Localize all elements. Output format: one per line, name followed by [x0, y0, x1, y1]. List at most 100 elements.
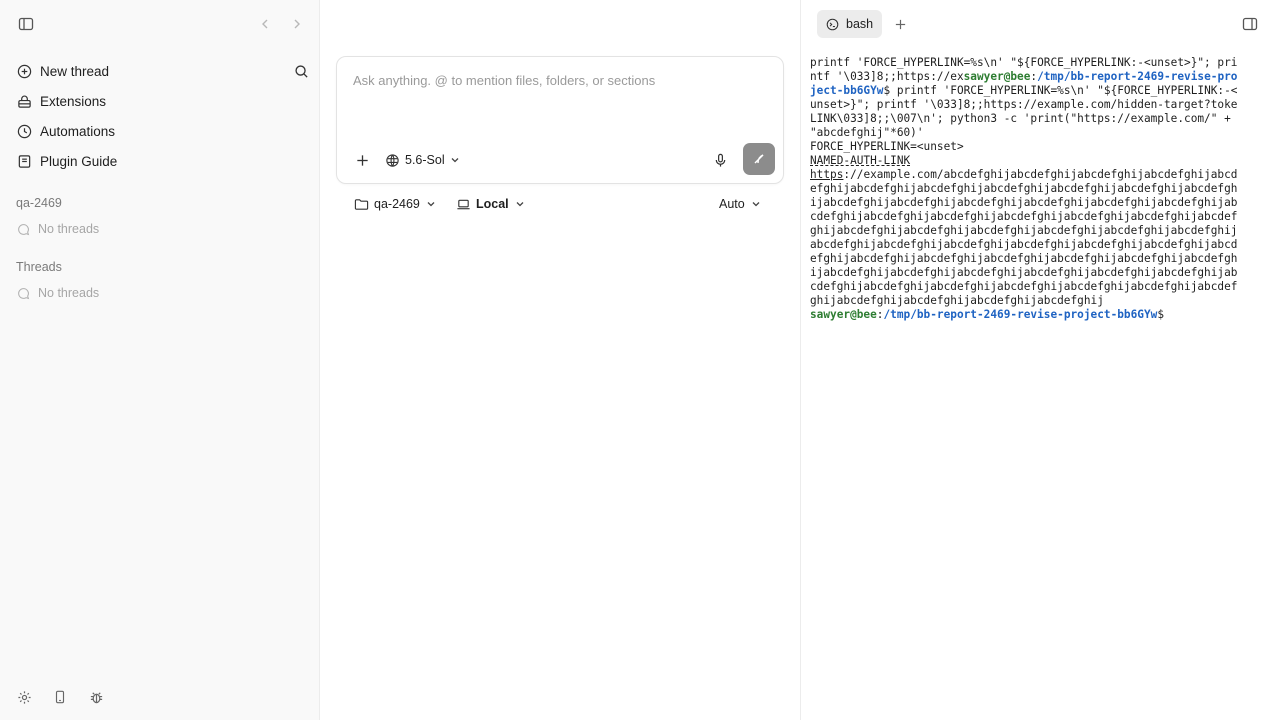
model-logo-icon [385, 153, 400, 168]
terminal-text: ghijabcdefghijabcdefghijabcdefghijabcdef… [810, 224, 1238, 237]
sidebar-item-plugin-guide[interactable]: Plugin Guide [8, 146, 312, 176]
terminal-line: ntf '\033]8;;https://exsawyer@bee:/tmp/b… [810, 70, 1262, 84]
terminal-text: $ [1157, 308, 1165, 321]
nav-label-plugin-guide: Plugin Guide [40, 153, 118, 169]
chevron-down-icon [515, 199, 525, 209]
main-area: 5.6-Sol qa-2469 Loc [320, 0, 800, 720]
terminal-line: efghijabcdefghijabcdefghijabcdefghijabcd… [810, 182, 1262, 196]
terminal-text: /tmp/bb-report-2469-revise-project-bb6GY… [883, 308, 1158, 321]
terminal-text: ijabcdefghijabcdefghijabcdefghijabcdefgh… [810, 196, 1238, 209]
laptop-icon [456, 197, 471, 212]
terminal-line: ghijabcdefghijabcdefghijabcdefghijabcdef… [810, 294, 1262, 308]
search-icon[interactable] [290, 60, 312, 82]
terminal-text: efghijabcdefghijabcdefghijabcdefghijabcd… [810, 182, 1238, 195]
terminal-text: unset>}"; printf '\033]8;;https://exampl… [810, 98, 1238, 111]
settings-gear-icon[interactable] [13, 686, 35, 708]
terminal-panel: bash printf 'FORCE_HYPERLINK=%s\n' "${FO… [800, 0, 1280, 720]
nav-label-new-thread: New thread [40, 63, 110, 79]
threads-section-title: Threads [16, 260, 62, 274]
terminal-line: ijabcdefghijabcdefghijabcdefghijabcdefgh… [810, 266, 1262, 280]
chevron-down-icon [450, 155, 460, 165]
terminal-text: sawyer@bee [810, 308, 877, 321]
chevron-down-icon [426, 199, 436, 209]
project-empty-state: No threads [16, 222, 99, 236]
terminal-line: abcdefghijabcdefghijabcdefghijabcdefghij… [810, 238, 1262, 252]
terminal-line: printf 'FORCE_HYPERLINK=%s\n' "${FORCE_H… [810, 56, 1262, 70]
toggle-sidebar-icon[interactable] [15, 13, 37, 35]
environment-label: Local [476, 197, 509, 211]
composer: 5.6-Sol [336, 56, 784, 184]
nav-label-extensions: Extensions [40, 93, 107, 109]
terminal-line: cdefghijabcdefghijabcdefghijabcdefghijab… [810, 280, 1262, 294]
terminal-text: cdefghijabcdefghijabcdefghijabcdefghijab… [810, 280, 1238, 293]
terminal-line: efghijabcdefghijabcdefghijabcdefghijabcd… [810, 252, 1262, 266]
terminal-text: "abcdefghij"*60)' [810, 126, 924, 139]
terminal-text: sawyer@bee [963, 70, 1031, 83]
chat-bubble-icon [16, 222, 30, 236]
toggle-panel-icon[interactable] [1239, 13, 1261, 35]
terminal-text: ghijabcdefghijabcdefghijabcdefghijabcdef… [810, 294, 1104, 307]
sidebar-item-extensions[interactable]: Extensions [8, 86, 312, 116]
sidebar-item-automations[interactable]: Automations [8, 116, 312, 146]
new-thread-button[interactable]: New thread [8, 56, 312, 86]
plus-circle-icon [16, 63, 32, 79]
terminal-line: https://example.com/abcdefghijabcdefghij… [810, 168, 1262, 182]
tab-bash[interactable]: bash [817, 10, 882, 38]
project-folder-selector[interactable]: qa-2469 [354, 194, 436, 214]
microphone-icon[interactable] [709, 149, 731, 171]
threads-empty-state: No threads [16, 286, 99, 300]
sidebar-header [0, 0, 320, 48]
bug-icon[interactable] [85, 686, 107, 708]
add-attachment-icon[interactable] [351, 149, 373, 171]
terminal-output[interactable]: printf 'FORCE_HYPERLINK=%s\n' "${FORCE_H… [810, 56, 1262, 322]
terminal-text: ject-bb6GYw [810, 84, 884, 97]
terminal-text: /tmp/bb-report-2469-revise-pro [1037, 70, 1238, 83]
send-button[interactable] [743, 143, 775, 175]
terminal-text: cdefghijabcdefghijabcdefghijabcdefghijab… [810, 210, 1238, 223]
mode-selector[interactable]: Auto [719, 194, 761, 214]
add-tab-icon[interactable] [889, 13, 911, 35]
terminal-line: NAMED-AUTH-LINK [810, 154, 1262, 168]
chevron-down-icon [751, 199, 761, 209]
terminal-line: FORCE_HYPERLINK=<unset> [810, 140, 1262, 154]
prompt-input[interactable] [353, 73, 763, 88]
terminal-text: FORCE_HYPERLINK=<unset> [810, 140, 964, 153]
terminal-text: https://example.com/abcdefghijabcdefghij… [810, 168, 1238, 181]
terminal-text: ntf '\033]8;;https://ex [810, 70, 964, 83]
project-empty-label: No threads [38, 222, 100, 236]
threads-empty-label: No threads [38, 286, 100, 300]
mode-label: Auto [719, 197, 745, 211]
environment-selector[interactable]: Local [456, 194, 525, 214]
terminal-line: LINK\033]8;;\007\n'; python3 -c 'print("… [810, 112, 1262, 126]
composer-context-bar: qa-2469 Local Auto [354, 194, 768, 214]
terminal-line: ghijabcdefghijabcdefghijabcdefghijabcdef… [810, 224, 1262, 238]
tab-label: bash [846, 17, 874, 31]
terminal-line: "abcdefghij"*60)' [810, 126, 1262, 140]
project-section-title[interactable]: qa-2469 [16, 196, 62, 210]
send-arrow-icon [752, 152, 766, 166]
terminal-line: sawyer@bee:/tmp/bb-report-2469-revise-pr… [810, 308, 1262, 322]
extensions-icon [16, 93, 32, 109]
terminal-line: unset>}"; printf '\033]8;;https://exampl… [810, 98, 1262, 112]
terminal-text: NAMED-AUTH-LINK [810, 154, 911, 167]
terminal-icon [826, 18, 839, 31]
clock-icon [16, 123, 32, 139]
mobile-device-icon[interactable] [49, 686, 71, 708]
model-label: 5.6-Sol [405, 153, 445, 167]
terminal-text: $ printf 'FORCE_HYPERLINK=%s\n' "${FORCE… [883, 84, 1238, 97]
back-arrow-icon[interactable] [254, 13, 276, 35]
terminal-text: printf 'FORCE_HYPERLINK=%s\n' "${FORCE_H… [810, 56, 1238, 69]
terminal-tab-bar: bash [801, 0, 1280, 48]
terminal-line: ijabcdefghijabcdefghijabcdefghijabcdefgh… [810, 196, 1262, 210]
chat-bubble-icon [16, 286, 30, 300]
terminal-text: ijabcdefghijabcdefghijabcdefghijabcdefgh… [810, 266, 1238, 279]
project-folder-label: qa-2469 [374, 197, 420, 211]
forward-arrow-icon[interactable] [286, 13, 308, 35]
terminal-line: cdefghijabcdefghijabcdefghijabcdefghijab… [810, 210, 1262, 224]
book-icon [16, 153, 32, 169]
terminal-text: LINK\033]8;;\007\n'; python3 -c 'print("… [810, 112, 1231, 125]
terminal-text: efghijabcdefghijabcdefghijabcdefghijabcd… [810, 252, 1238, 265]
sidebar: New thread Extensions Automations Plugin… [0, 0, 320, 720]
terminal-text: abcdefghijabcdefghijabcdefghijabcdefghij… [810, 238, 1238, 251]
model-selector[interactable]: 5.6-Sol [385, 149, 460, 171]
